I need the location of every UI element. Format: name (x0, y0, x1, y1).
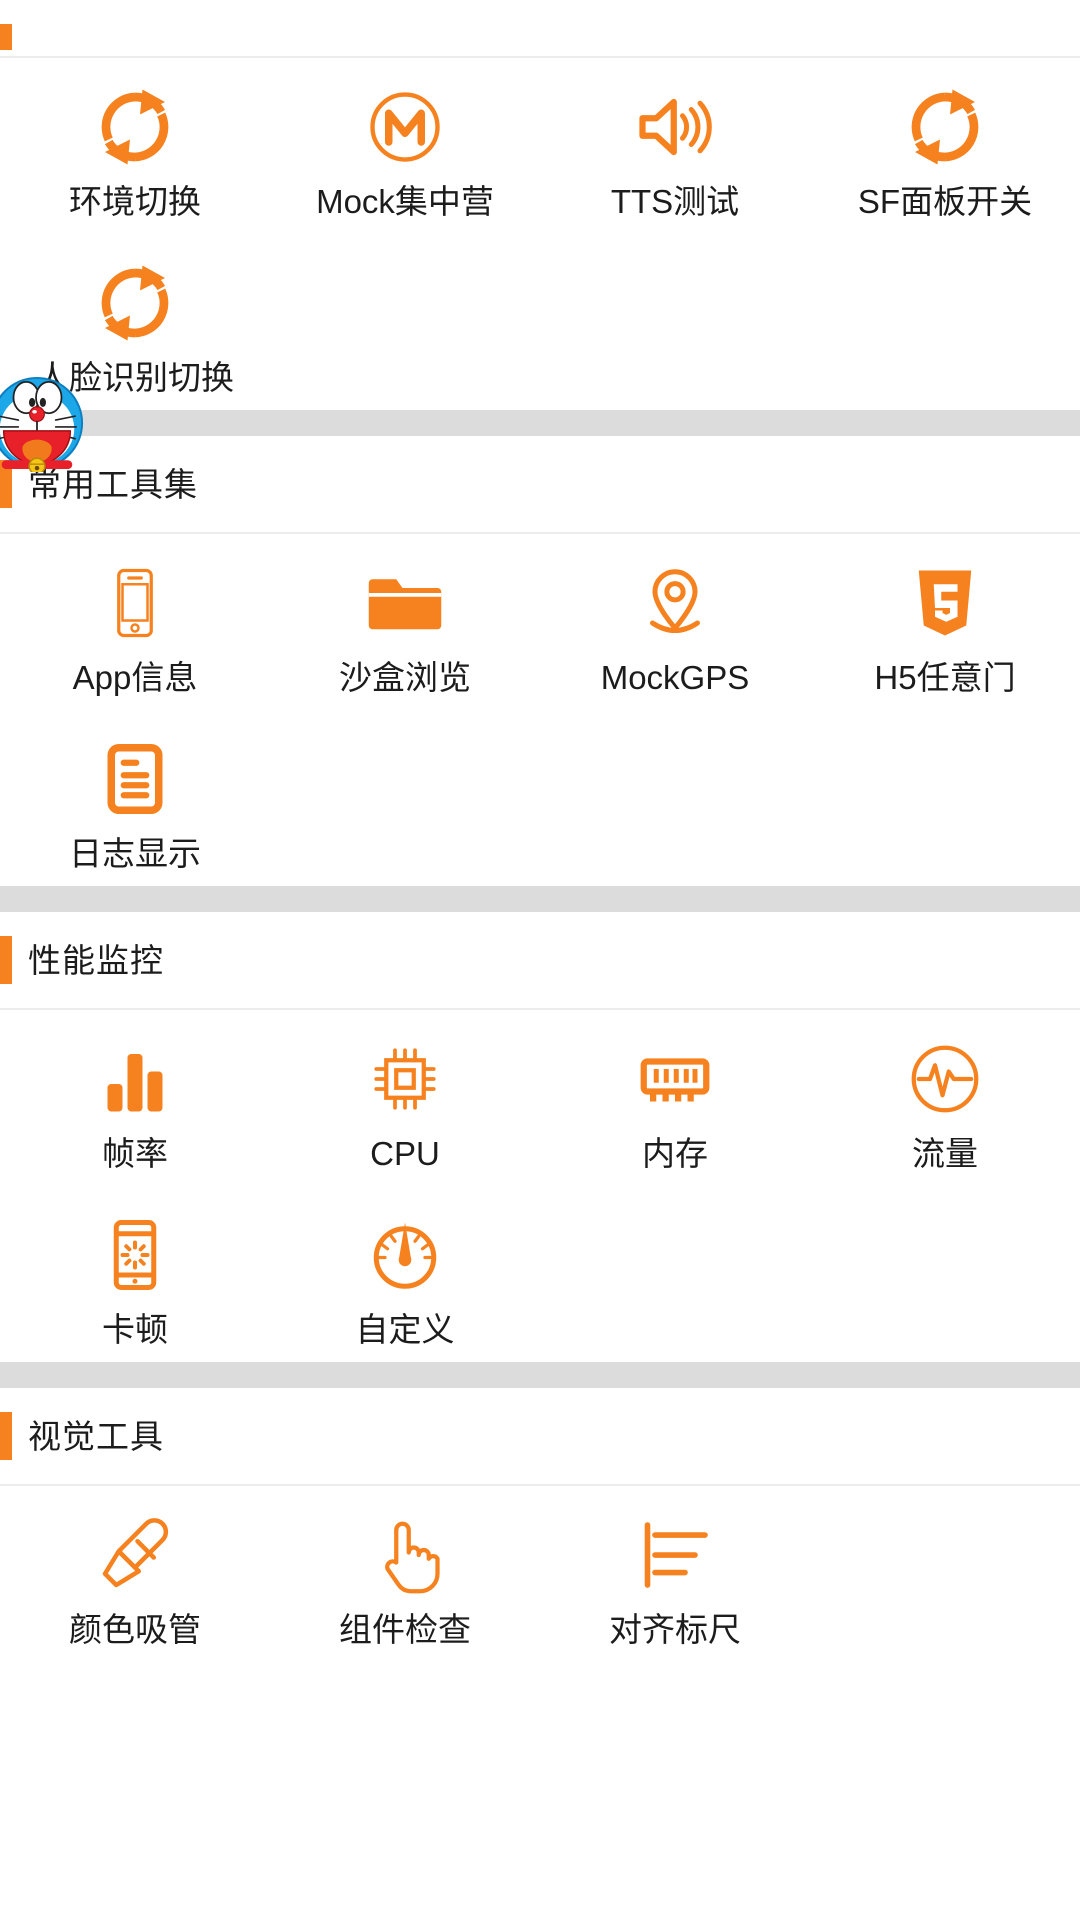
eyedropper-icon (92, 1512, 178, 1598)
section-accent-bar (0, 1412, 12, 1460)
tool-item-label: Mock集中营 (316, 183, 494, 220)
tool-item-yansexiguan[interactable]: 颜色吸管 (0, 1486, 270, 1662)
tool-item-label: 环境切换 (69, 183, 201, 220)
align-ruler-icon (632, 1512, 718, 1598)
section-title: 性能监控 (28, 941, 164, 979)
section-header-common-tools: 常用工具集 (0, 436, 1080, 532)
section-separator-band (0, 886, 1080, 912)
tool-item-cpu[interactable]: CPU (270, 1010, 540, 1186)
section-title: 常用工具集 (28, 465, 198, 503)
tool-item-label: TTS测试 (610, 183, 740, 220)
tool-item-zidingyi[interactable]: 自定义 (270, 1186, 540, 1362)
floating-assistant-ball[interactable] (0, 374, 86, 472)
sync-refresh-icon (902, 84, 988, 170)
tool-item-label: 日志显示 (69, 835, 201, 872)
tool-item-label: 帧率 (102, 1135, 168, 1172)
section-separator-band (0, 1362, 1080, 1388)
tool-item-label: App信息 (72, 659, 198, 696)
section-header-performance-monitor: 性能监控 (0, 912, 1080, 1008)
pulse-circle-icon (902, 1036, 988, 1122)
tool-item-label: 流量 (912, 1135, 978, 1172)
document-lines-icon (92, 736, 178, 822)
folder-filled-icon (362, 560, 448, 646)
mock-m-circle-icon (362, 84, 448, 170)
tool-item-label: 组件检查 (339, 1611, 471, 1648)
tool-item-duiqibiaochi[interactable]: 对齐标尺 (540, 1486, 810, 1662)
section-separator-band (0, 410, 1080, 436)
tool-item-label: SF面板开关 (857, 183, 1033, 220)
phone-outline-icon (92, 560, 178, 646)
tool-item-label: 内存 (642, 1135, 708, 1172)
grid-env-tools: 环境切换 Mock集中营 TTS测试 SF面板开关 人脸识别切换 (0, 58, 1080, 410)
tool-item-mockgps[interactable]: MockGPS (540, 534, 810, 710)
tool-item-sfmianbankaiguan[interactable]: SF面板开关 (810, 58, 1080, 234)
sync-refresh-icon (92, 260, 178, 346)
tool-item-liuliang[interactable]: 流量 (810, 1010, 1080, 1186)
debug-tools-page: 环境切换 Mock集中营 TTS测试 SF面板开关 人脸识别切换 常用工具集 A… (0, 0, 1080, 1662)
tool-item-label: CPU (370, 1135, 440, 1172)
memory-ram-icon (632, 1036, 718, 1122)
section-accent-bar (0, 24, 12, 50)
tool-item-label: 自定义 (355, 1311, 455, 1348)
section-header-visual-tools: 视觉工具 (0, 1388, 1080, 1484)
cpu-chip-icon (362, 1036, 448, 1122)
tool-item-h5renyimen[interactable]: H5任意门 (810, 534, 1080, 710)
tool-item-mockjizhongying[interactable]: Mock集中营 (270, 58, 540, 234)
html5-shield-icon (902, 560, 988, 646)
pointing-hand-icon (362, 1512, 448, 1598)
tool-item-zhenlv[interactable]: 帧率 (0, 1010, 270, 1186)
tool-item-label: 颜色吸管 (69, 1611, 201, 1648)
map-pin-icon (632, 560, 718, 646)
grid-performance-monitor: 帧率 CPU 内存 流量 卡顿 自定义 (0, 1010, 1080, 1362)
tool-item-huanjingqiehuan[interactable]: 环境切换 (0, 58, 270, 234)
tool-item-rizhixianshi[interactable]: 日志显示 (0, 710, 270, 886)
tool-item-ttsceshi[interactable]: TTS测试 (540, 58, 810, 234)
tool-item-label: 对齐标尺 (609, 1611, 741, 1648)
section-header-env-tools (0, 0, 1080, 56)
doraemon-face-icon (0, 376, 84, 472)
tool-item-zujianjiancha[interactable]: 组件检查 (270, 1486, 540, 1662)
tool-item-label: H5任意门 (874, 659, 1016, 696)
grid-visual-tools: 颜色吸管 组件检查 对齐标尺 (0, 1486, 1080, 1662)
section-accent-bar (0, 936, 12, 984)
tool-item-shaheliulan[interactable]: 沙盒浏览 (270, 534, 540, 710)
tool-item-label: MockGPS (600, 659, 750, 696)
section-title: 视觉工具 (28, 1417, 164, 1455)
sync-refresh-icon (92, 84, 178, 170)
tool-item-neicun[interactable]: 内存 (540, 1010, 810, 1186)
tool-item-label: 沙盒浏览 (339, 659, 471, 696)
phone-spinner-icon (92, 1212, 178, 1298)
speaker-volume-icon (632, 84, 718, 170)
tool-item-label: 卡顿 (102, 1311, 168, 1348)
grid-common-tools: App信息 沙盒浏览 MockGPS H5任意门 日志显示 (0, 534, 1080, 886)
bar-chart-icon (92, 1036, 178, 1122)
gauge-speedometer-icon (362, 1212, 448, 1298)
tool-item-kadun[interactable]: 卡顿 (0, 1186, 270, 1362)
tool-item-appxinxi[interactable]: App信息 (0, 534, 270, 710)
